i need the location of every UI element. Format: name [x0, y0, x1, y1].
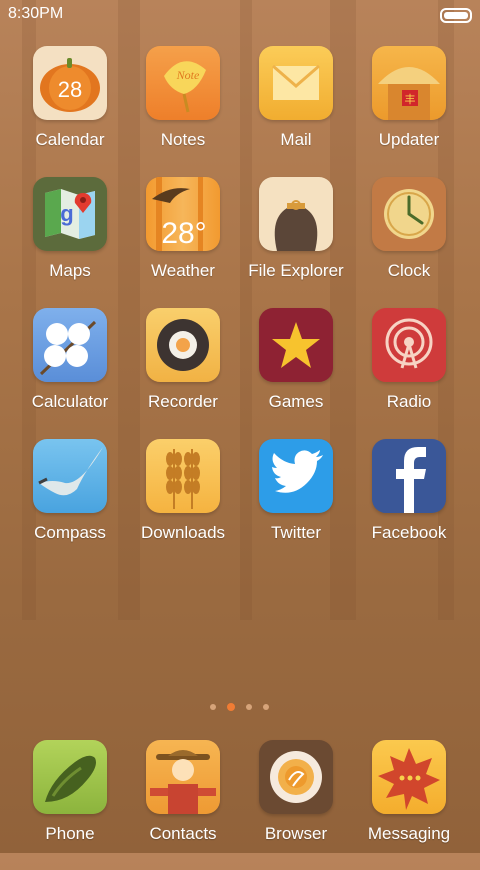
pie-browser-icon	[259, 740, 333, 814]
app-label: Contacts	[149, 824, 217, 843]
dock-phone[interactable]: Phone	[10, 740, 130, 870]
wheat-download-icon	[146, 439, 220, 513]
svg-text:g: g	[60, 201, 73, 226]
clock-icon	[372, 177, 446, 251]
app-notes[interactable]: Note Notes	[123, 46, 243, 176]
dock: Phone Contacts Browser Messaging	[0, 740, 480, 853]
app-label: Games	[268, 392, 324, 411]
app-label: Phone	[45, 824, 95, 843]
page-dot-active[interactable]	[227, 703, 235, 711]
app-file-explorer[interactable]: File Explorer	[236, 177, 356, 307]
app-label: Messaging	[367, 824, 451, 843]
sack-icon	[259, 177, 333, 251]
app-label: Compass	[34, 523, 106, 542]
record-icon	[146, 308, 220, 382]
page-dot[interactable]	[246, 704, 252, 710]
app-label: Mail	[280, 130, 312, 149]
maple-leaf-messaging-icon	[372, 740, 446, 814]
app-radio[interactable]: Radio	[349, 308, 469, 438]
app-facebook[interactable]: Facebook	[349, 439, 469, 569]
ginkgo-note-icon: Note	[146, 46, 220, 120]
envelope-icon	[259, 46, 333, 120]
app-compass[interactable]: Compass	[10, 439, 130, 569]
goose-compass-icon	[33, 439, 107, 513]
page-indicator	[0, 702, 480, 712]
battery-icon	[440, 8, 472, 23]
app-label: Calculator	[31, 392, 109, 411]
app-label: Clock	[387, 261, 431, 280]
dock-contacts[interactable]: Contacts	[123, 740, 243, 870]
dock-messaging[interactable]: Messaging	[349, 740, 469, 870]
app-maps[interactable]: g Maps	[10, 177, 130, 307]
app-label: Maps	[49, 261, 91, 280]
status-time: 8:30PM	[8, 5, 64, 22]
dock-browser[interactable]: Browser	[236, 740, 356, 870]
weather-bird-icon: 28°	[146, 177, 220, 251]
app-label: Browser	[264, 824, 328, 843]
scarecrow-contacts-icon	[146, 740, 220, 814]
app-label: File Explorer	[248, 261, 344, 280]
star-icon	[259, 308, 333, 382]
app-label: Updater	[378, 130, 440, 149]
app-label: Calendar	[35, 130, 105, 149]
app-games[interactable]: Games	[236, 308, 356, 438]
app-calendar[interactable]: 28 Calendar	[10, 46, 130, 176]
app-label: Weather	[151, 261, 215, 280]
page-dot[interactable]	[263, 704, 269, 710]
app-label: Twitter	[270, 523, 322, 542]
radio-signal-icon	[372, 308, 446, 382]
app-label: Notes	[160, 130, 206, 149]
app-updater[interactable]: 丰 Updater	[349, 46, 469, 176]
pumpkin-calendar-icon: 28	[33, 46, 107, 120]
app-calculator[interactable]: Calculator	[10, 308, 130, 438]
app-twitter[interactable]: Twitter	[236, 439, 356, 569]
app-recorder[interactable]: Recorder	[123, 308, 243, 438]
svg-text:丰: 丰	[405, 93, 416, 106]
app-weather[interactable]: 28° Weather	[123, 177, 243, 307]
house-updater-icon: 丰	[372, 46, 446, 120]
app-label: Facebook	[371, 523, 447, 542]
weather-temperature: 28°	[161, 217, 206, 250]
app-label: Downloads	[140, 523, 226, 542]
map-pin-icon: g	[33, 177, 107, 251]
cotton-calculator-icon	[33, 308, 107, 382]
note-text: Note	[176, 68, 200, 82]
app-mail[interactable]: Mail	[236, 46, 356, 176]
app-label: Radio	[386, 392, 432, 411]
app-downloads[interactable]: Downloads	[123, 439, 243, 569]
page-dot[interactable]	[210, 704, 216, 710]
twitter-bird-icon	[259, 439, 333, 513]
calendar-date: 28	[58, 77, 82, 102]
facebook-f-icon	[372, 439, 446, 513]
app-label: Recorder	[148, 392, 218, 411]
app-clock[interactable]: Clock	[349, 177, 469, 307]
status-bar: 8:30PM	[0, 0, 480, 28]
cucumber-phone-icon	[33, 740, 107, 814]
